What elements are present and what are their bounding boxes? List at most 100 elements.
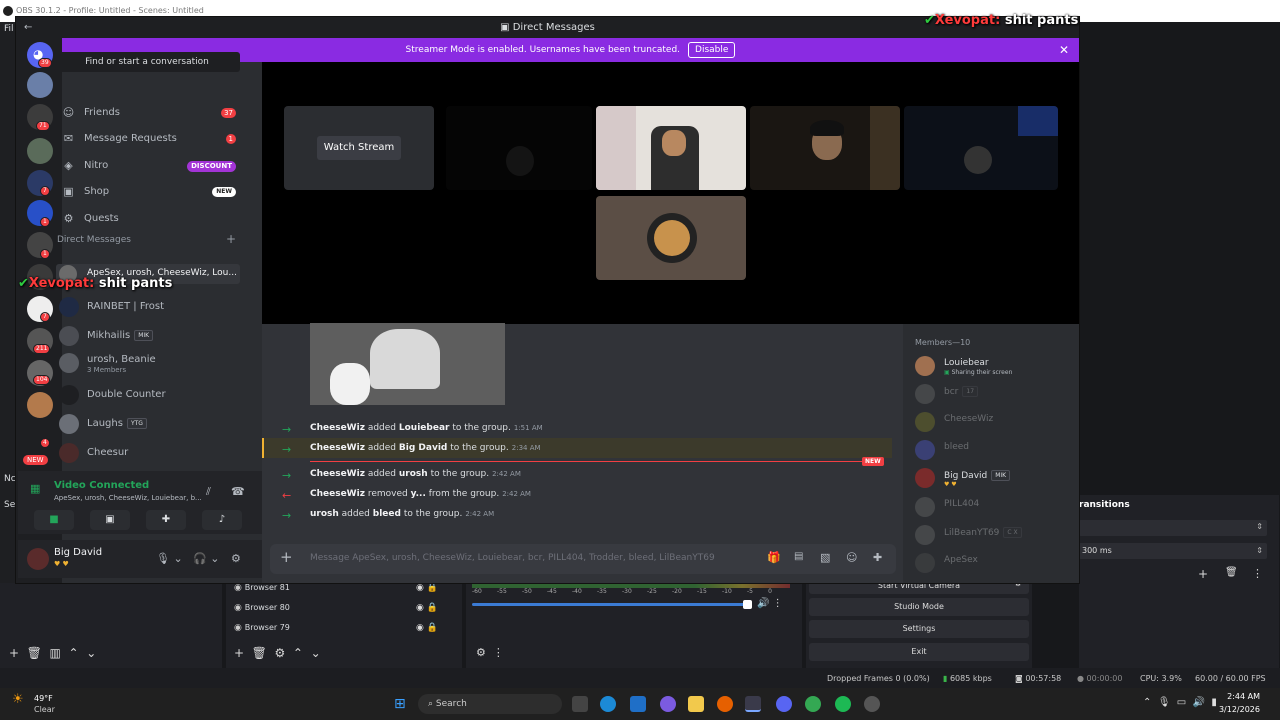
store-icon[interactable] xyxy=(630,696,646,712)
member-item[interactable]: bleed xyxy=(915,439,1075,463)
source-row[interactable]: ◉ Browser 80 xyxy=(234,603,290,613)
video-tile[interactable] xyxy=(596,196,746,280)
avatar xyxy=(915,356,935,376)
avatar xyxy=(59,414,79,434)
new-messages-divider xyxy=(310,461,884,462)
firefox-icon[interactable] xyxy=(717,696,733,712)
microphone-icon[interactable]: 🎙 ⌄ xyxy=(156,552,183,565)
volume-slider[interactable] xyxy=(472,603,750,606)
transition-menu-icon[interactable]: ⋮ xyxy=(1252,567,1263,580)
obs-taskbar-icon[interactable] xyxy=(745,696,761,712)
gift-icon[interactable]: 🎁 xyxy=(767,551,781,564)
gif-icon[interactable]: ▤ xyxy=(794,551,803,562)
dm-item[interactable]: Cheesur xyxy=(56,440,240,468)
activity-button[interactable]: ✚ xyxy=(146,510,186,530)
server-icon[interactable] xyxy=(27,72,53,98)
emoji-icon[interactable]: ☺ xyxy=(846,551,857,564)
watch-stream-button[interactable]: Watch Stream xyxy=(317,136,401,160)
taskbar-search[interactable]: ⌕ Search xyxy=(418,694,562,714)
app-icon[interactable] xyxy=(864,696,880,712)
dm-item[interactable]: RAINBET | Frost xyxy=(56,294,240,322)
studio-mode-button[interactable]: Studio Mode xyxy=(809,598,1029,616)
headphones-icon[interactable]: 🎧 ⌄ xyxy=(193,552,219,565)
discord-taskbar-icon[interactable] xyxy=(776,696,792,712)
nav-nitro[interactable]: ◈ Nitro DISCOUNT xyxy=(58,155,238,177)
disconnect-icon[interactable]: ☎ xyxy=(231,485,245,498)
spin-icon: ⇕ xyxy=(1256,546,1263,555)
soundboard-button[interactable]: ♪ xyxy=(202,510,242,530)
back-arrow-icon[interactable]: ← xyxy=(24,17,32,38)
source-row[interactable]: ◉ Browser 81 xyxy=(234,583,290,593)
video-tile[interactable] xyxy=(446,106,592,190)
tray-icons[interactable]: ⌃ 🎙 ▭ 🔊 ▮ xyxy=(1143,697,1217,708)
image-attachment[interactable] xyxy=(310,323,505,405)
video-tile[interactable] xyxy=(596,106,746,190)
user-settings-icon[interactable]: ⚙ xyxy=(231,552,241,565)
mixer-settings-icon[interactable]: ⚙ ⋮ xyxy=(476,646,504,659)
dm-item[interactable]: Laughs YTG xyxy=(56,411,240,439)
remove-transition-button[interactable]: 🗑 xyxy=(1225,567,1238,578)
voice-channel[interactable]: ApeSex, urosh, CheeseWiz, Louiebear, b..… xyxy=(54,494,202,502)
volume-slider-handle[interactable] xyxy=(743,600,752,609)
create-dm-button[interactable]: + xyxy=(226,232,236,246)
obs-menu-file[interactable]: Fil xyxy=(4,24,14,34)
mail-icon: ✉ xyxy=(63,132,74,145)
source-row[interactable]: ◉ Browser 79 xyxy=(234,623,290,633)
camera-button[interactable]: ■ xyxy=(34,510,74,530)
member-item[interactable]: ApeSex xyxy=(915,552,1075,576)
dm-item[interactable]: urosh, Beanie 3 Members xyxy=(56,350,240,378)
file-explorer-icon[interactable] xyxy=(688,696,704,712)
member-item[interactable]: Big David MIK ♥ ♥ xyxy=(915,467,1075,491)
close-icon[interactable]: ✕ xyxy=(1059,38,1069,62)
signal-icon: ▦ xyxy=(30,482,41,495)
dm-search-button[interactable]: Find or start a conversation xyxy=(54,52,240,72)
copilot-icon[interactable] xyxy=(660,696,676,712)
settings-button[interactable]: Settings xyxy=(809,620,1029,638)
dm-item[interactable]: Mikhailis MIK xyxy=(56,323,240,351)
add-transition-button[interactable]: + xyxy=(1198,567,1208,581)
add-scene-button[interactable]: + 🗑 ▥ ⌃ ⌄ xyxy=(9,646,96,660)
nav-message-requests[interactable]: ✉ Message Requests 1 xyxy=(58,128,238,150)
disable-button[interactable]: Disable xyxy=(688,42,736,58)
member-item[interactable]: LilBeanYT69 C X xyxy=(915,524,1075,548)
server-icon[interactable] xyxy=(27,138,53,164)
weather-icon[interactable]: ☀ xyxy=(12,692,24,707)
sticker-icon[interactable]: ▧ xyxy=(820,551,830,564)
spotify-icon[interactable] xyxy=(835,696,851,712)
nav-shop[interactable]: ▣ Shop NEW xyxy=(58,181,238,203)
dm-item[interactable]: Double Counter xyxy=(56,382,240,410)
source-name: Browser 81 xyxy=(244,583,290,592)
member-item[interactable]: bcr 17 xyxy=(915,383,1075,407)
video-tile[interactable] xyxy=(904,106,1058,190)
apps-icon[interactable]: ✚ xyxy=(873,551,882,564)
add-source-button[interactable]: + 🗑 ⚙ ⌃ ⌄ xyxy=(234,646,321,660)
eye-icon[interactable]: ◉ 🔒 xyxy=(416,603,438,613)
member-item[interactable]: CheeseWiz xyxy=(915,411,1075,435)
noise-suppression-icon[interactable]: ⫽ xyxy=(206,485,211,499)
eye-icon[interactable]: ◉ 🔒 xyxy=(416,623,438,633)
nav-friends[interactable]: ☺ Friends 37 xyxy=(58,102,238,124)
transitions-title: ransitions xyxy=(1079,500,1130,510)
nav-quests[interactable]: ⚙ Quests xyxy=(58,208,238,230)
member-item[interactable]: Louiebear ▣ Sharing their screen xyxy=(915,355,1075,379)
exit-button[interactable]: Exit xyxy=(809,643,1029,661)
transition-select[interactable]: ⇕ xyxy=(1079,520,1267,536)
edge-icon[interactable] xyxy=(600,696,616,712)
start-icon[interactable]: ⊞ xyxy=(394,696,406,712)
task-view-icon[interactable] xyxy=(572,696,588,712)
badge: 1 xyxy=(40,217,50,227)
system-message: CheeseWiz added Louiebear to the group. 1… xyxy=(310,423,543,433)
avatar[interactable] xyxy=(27,548,49,570)
duration-input[interactable]: 300 ms ⇕ xyxy=(1079,543,1267,559)
speaker-icon[interactable]: 🔊 ⋮ xyxy=(757,598,783,609)
source-name: Browser 79 xyxy=(244,623,290,632)
member-item[interactable]: PILL404 xyxy=(915,496,1075,520)
server-icon[interactable] xyxy=(27,392,53,418)
source-name: Browser 80 xyxy=(244,603,290,612)
avatar xyxy=(915,497,935,517)
chrome-icon[interactable] xyxy=(805,696,821,712)
video-tile[interactable] xyxy=(750,106,900,190)
eye-icon[interactable]: ◉ 🔒 xyxy=(416,583,438,593)
screen-share-button[interactable]: ▣ xyxy=(90,510,130,530)
add-attachment-icon[interactable]: + xyxy=(280,548,293,566)
